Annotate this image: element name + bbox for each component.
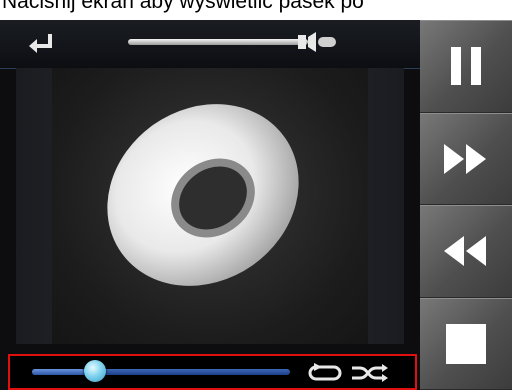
shuffle-button[interactable]: [350, 363, 390, 383]
media-player: [0, 20, 420, 390]
pause-icon: [451, 47, 481, 86]
rewind-icon: [444, 236, 486, 267]
progress-fill: [32, 369, 84, 375]
banner-text: Naciśnij ekran aby wyświetlić pasek po: [2, 0, 364, 13]
progress-bar[interactable]: [32, 369, 290, 375]
notification-banner: Naciśnij ekran aby wyświetlić pasek po: [0, 0, 512, 20]
disc-icon: [107, 104, 299, 286]
rewind-button[interactable]: [420, 205, 512, 298]
volume-slider[interactable]: [128, 39, 308, 45]
repeat-button[interactable]: [306, 363, 344, 383]
back-button[interactable]: [24, 30, 60, 60]
shuffle-icon: [352, 364, 388, 382]
side-control-panel: [420, 20, 512, 390]
pause-button[interactable]: [420, 20, 512, 113]
volume-handle[interactable]: [298, 31, 348, 53]
playback-control-bar: [8, 354, 417, 390]
stop-button[interactable]: [420, 297, 512, 390]
stop-icon: [446, 323, 486, 364]
speaker-icon: [298, 32, 336, 52]
fast-forward-button[interactable]: [420, 112, 512, 205]
progress-thumb[interactable]: [83, 360, 106, 382]
top-bar: [0, 20, 420, 69]
repeat-icon: [308, 363, 342, 381]
fast-forward-icon: [444, 143, 486, 174]
return-arrow-icon: [29, 34, 52, 53]
